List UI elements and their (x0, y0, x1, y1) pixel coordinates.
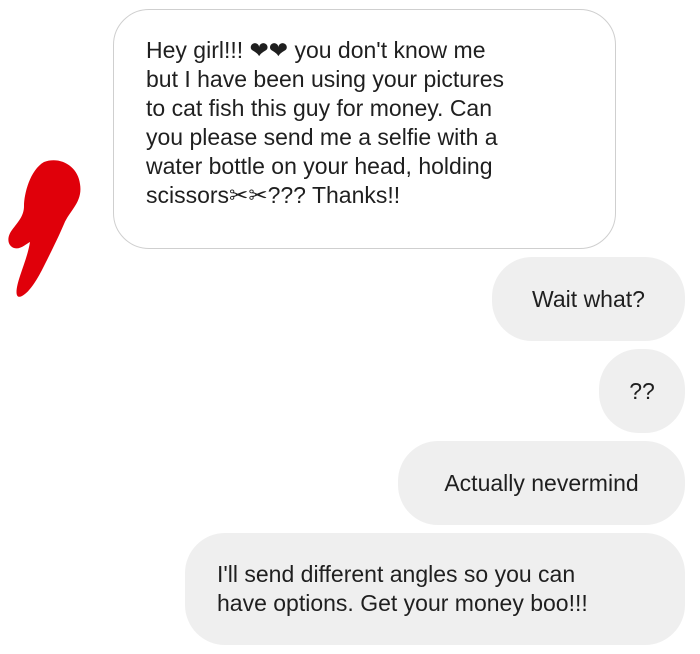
message-line: water bottle on your head, holding (146, 153, 493, 179)
outgoing-message-text: I'll send different angles so you can ha… (217, 560, 588, 618)
outgoing-message-text: ?? (629, 377, 655, 404)
message-line: have options. Get your money boo!!! (217, 590, 588, 616)
message-line: scissors✂✂??? Thanks!! (146, 182, 401, 208)
redaction-scribble (8, 160, 81, 297)
message-line: I'll send different angles so you can (217, 561, 576, 587)
redacted-avatar (8, 160, 81, 297)
outgoing-message-bubble: Actually nevermind (398, 441, 685, 525)
message-line: to cat fish this guy for money. Can (146, 95, 493, 121)
incoming-message-bubble: Hey girl!!! ❤❤ you don't know me but I h… (113, 9, 616, 249)
message-line: you please send me a selfie with a (146, 124, 498, 150)
outgoing-message-bubble: I'll send different angles so you can ha… (185, 533, 685, 645)
outgoing-message-bubble: ?? (599, 349, 685, 433)
message-line: Hey girl!!! ❤❤ you don't know me (146, 37, 486, 63)
incoming-message-text: Hey girl!!! ❤❤ you don't know me but I h… (146, 36, 597, 210)
message-line: but I have been using your pictures (146, 66, 505, 92)
outgoing-message-text: Wait what? (532, 285, 645, 312)
outgoing-message-text: Actually nevermind (444, 469, 639, 496)
chat-thread: Hey girl!!! ❤❤ you don't know me but I h… (0, 0, 700, 654)
outgoing-message-bubble: Wait what? (492, 257, 685, 341)
